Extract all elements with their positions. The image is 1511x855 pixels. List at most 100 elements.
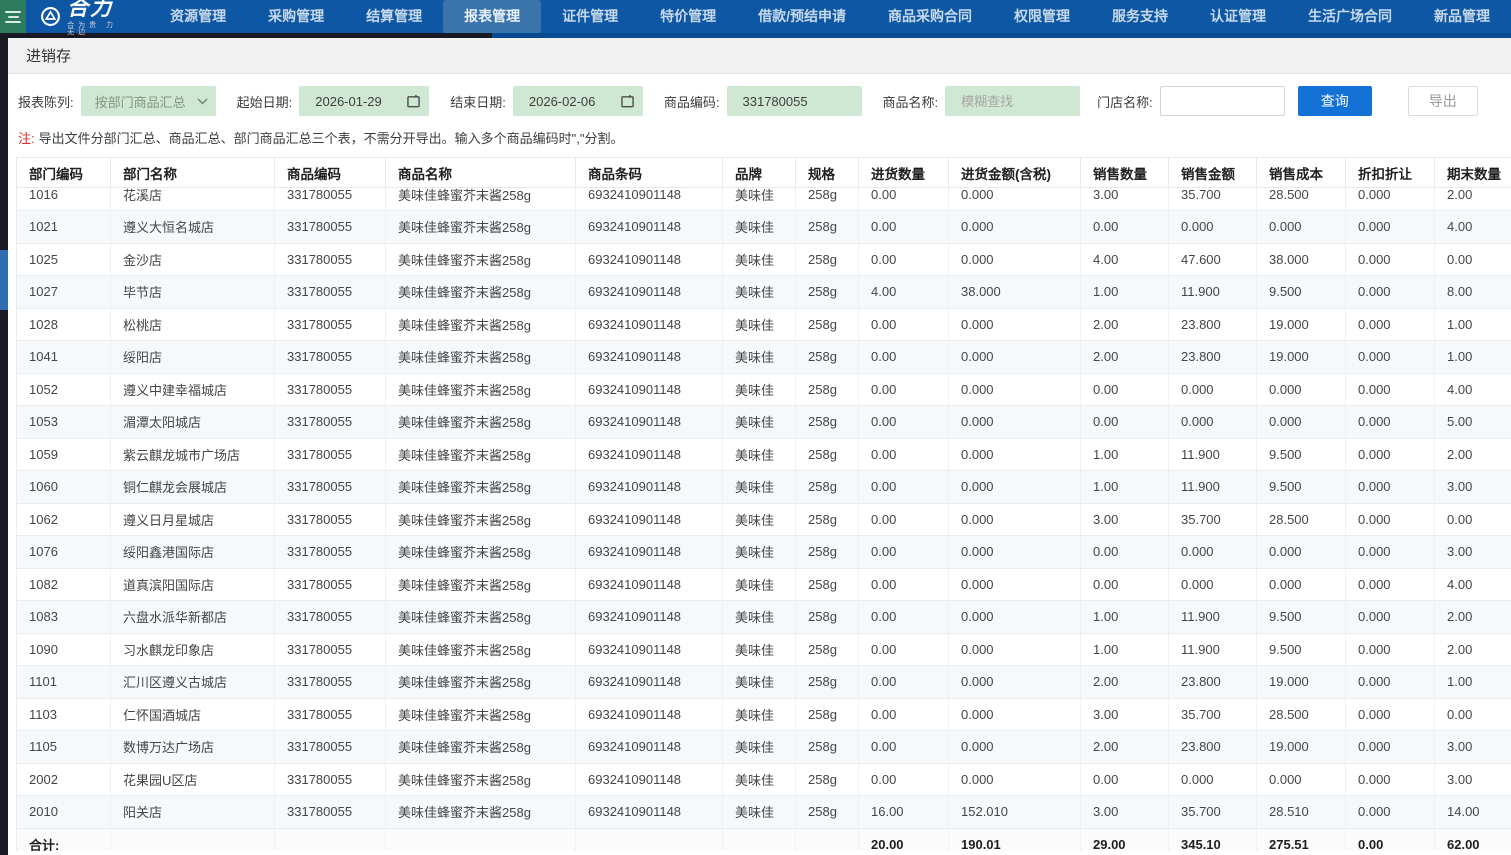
table-cell: 0.000 — [1346, 471, 1435, 504]
table-cell: 258g — [796, 731, 859, 764]
total-cell: 29.00 — [1081, 828, 1169, 851]
table-row[interactable]: 1016花溪店331780055美味佳蜂蜜芥末酱258g693241090114… — [17, 188, 1511, 211]
table-cell: 6932410901148 — [576, 568, 723, 601]
table-cell: 35.700 — [1169, 796, 1257, 829]
table-cell: 3.00 — [1435, 536, 1511, 569]
table-row[interactable]: 1021遵义大恒名城店331780055美味佳蜂蜜芥末酱258g69324109… — [17, 211, 1511, 244]
table-cell: 331780055 — [275, 763, 386, 796]
table-cell: 331780055 — [275, 503, 386, 536]
nav-item[interactable]: 特价管理 — [639, 0, 737, 33]
table-cell: 1025 — [17, 243, 111, 276]
table-row[interactable]: 1027毕节店331780055美味佳蜂蜜芥末酱258g693241090114… — [17, 276, 1511, 309]
table-row[interactable]: 1090习水麒龙印象店331780055美味佳蜂蜜芥末酱258g69324109… — [17, 633, 1511, 666]
nav-item[interactable]: 生活广场合同 — [1287, 0, 1413, 33]
table-cell: 美味佳蜂蜜芥末酱258g — [386, 308, 576, 341]
nav-item[interactable]: 权限管理 — [993, 0, 1091, 33]
table-cell: 美味佳 — [723, 276, 796, 309]
nav-item[interactable]: 商品采购合同 — [867, 0, 993, 33]
table-cell: 23.800 — [1169, 666, 1257, 699]
table-row[interactable]: 2002花果园U区店331780055美味佳蜂蜜芥末酱258g693241090… — [17, 763, 1511, 796]
table-row[interactable]: 1101汇川区遵义古城店331780055美味佳蜂蜜芥末酱258g6932410… — [17, 666, 1511, 699]
total-cell: 62.00 — [1435, 828, 1511, 851]
table-cell: 美味佳蜂蜜芥末酱258g — [386, 633, 576, 666]
menu-toggle-button[interactable] — [0, 0, 26, 33]
table-cell: 3.00 — [1435, 471, 1511, 504]
table-row[interactable]: 1062遵义日月星城店331780055美味佳蜂蜜芥末酱258g69324109… — [17, 503, 1511, 536]
table-row[interactable]: 1041绥阳店331780055美味佳蜂蜜芥末酱258g693241090114… — [17, 341, 1511, 374]
store-name-input[interactable] — [1160, 86, 1285, 116]
nav-item[interactable]: 认证管理 — [1189, 0, 1287, 33]
table-cell: 258g — [796, 211, 859, 244]
table-row[interactable]: 1053湄潭太阳城店331780055美味佳蜂蜜芥末酱258g693241090… — [17, 406, 1511, 439]
logo-text: 合力 — [67, 0, 123, 19]
table-cell: 0.000 — [949, 438, 1081, 471]
table-cell: 1.00 — [1435, 341, 1511, 374]
tab-report[interactable]: 进销存 — [26, 45, 71, 66]
total-cell: 275.51 — [1257, 828, 1346, 851]
table-cell: 花果园U区店 — [111, 763, 275, 796]
column-header: 折扣折让 — [1346, 158, 1435, 188]
table-cell: 松桃店 — [111, 308, 275, 341]
table-cell: 0.000 — [1169, 568, 1257, 601]
table-cell: 阳关店 — [111, 796, 275, 829]
nav-item[interactable]: 借款/预结申请 — [737, 0, 867, 33]
table-cell: 0.000 — [949, 536, 1081, 569]
nav-item[interactable]: 新品管理 — [1413, 0, 1511, 33]
table-row[interactable]: 1105数博万达广场店331780055美味佳蜂蜜芥末酱258g69324109… — [17, 731, 1511, 764]
table-cell: 331780055 — [275, 536, 386, 569]
sidebar-scroll-indicator[interactable] — [0, 250, 8, 310]
table-cell: 3.00 — [1435, 763, 1511, 796]
product-name-input[interactable] — [945, 86, 1080, 116]
table-row[interactable]: 1052遵义中建幸福城店331780055美味佳蜂蜜芥末酱258g6932410… — [17, 373, 1511, 406]
table-row[interactable]: 1059紫云麒龙城市广场店331780055美味佳蜂蜜芥末酱258g693241… — [17, 438, 1511, 471]
nav-item[interactable]: 服务支持 — [1091, 0, 1189, 33]
table-cell: 38.000 — [1257, 243, 1346, 276]
table-cell: 0.000 — [1346, 211, 1435, 244]
product-code-input[interactable] — [727, 86, 862, 116]
calendar-icon[interactable] — [407, 94, 420, 108]
start-date-input[interactable]: 2026-01-29 — [299, 86, 429, 116]
nav-item[interactable]: 证件管理 — [541, 0, 639, 33]
table-row[interactable]: 1025金沙店331780055美味佳蜂蜜芥末酱258g693241090114… — [17, 243, 1511, 276]
table-cell: 0.000 — [1346, 373, 1435, 406]
table-cell: 0.000 — [949, 698, 1081, 731]
table-cell: 美味佳蜂蜜芥末酱258g — [386, 243, 576, 276]
total-cell: 0.00 — [1346, 828, 1435, 851]
table-cell: 1052 — [17, 373, 111, 406]
table-cell: 23.800 — [1169, 731, 1257, 764]
table-cell: 331780055 — [275, 188, 386, 211]
table-row[interactable]: 1060铜仁麒龙会展城店331780055美味佳蜂蜜芥末酱258g6932410… — [17, 471, 1511, 504]
table-row[interactable]: 1028松桃店331780055美味佳蜂蜜芥末酱258g693241090114… — [17, 308, 1511, 341]
table-row[interactable]: 1083六盘水派华新都店331780055美味佳蜂蜜芥末酱258g6932410… — [17, 601, 1511, 634]
nav-item[interactable]: 资源管理 — [149, 0, 247, 33]
table-cell: 1076 — [17, 536, 111, 569]
table-cell: 1083 — [17, 601, 111, 634]
nav-item[interactable]: 结算管理 — [345, 0, 443, 33]
table-cell: 1090 — [17, 633, 111, 666]
table-cell: 美味佳 — [723, 308, 796, 341]
query-button[interactable]: 查询 — [1298, 86, 1372, 116]
nav-item[interactable]: 采购管理 — [247, 0, 345, 33]
table-cell: 美味佳 — [723, 731, 796, 764]
table-row[interactable]: 1103仁怀国酒城店331780055美味佳蜂蜜芥末酱258g693241090… — [17, 698, 1511, 731]
table-cell: 11.900 — [1169, 438, 1257, 471]
end-date-input[interactable]: 2026-02-06 — [513, 86, 643, 116]
table-body-scroll[interactable]: 1016花溪店331780055美味佳蜂蜜芥末酱258g693241090114… — [16, 188, 1511, 851]
report-layout-select[interactable]: 按部门商品汇总 — [81, 86, 216, 116]
table-cell: 0.000 — [949, 243, 1081, 276]
table-cell: 6932410901148 — [576, 471, 723, 504]
table-row[interactable]: 1082道真滨阳国际店331780055美味佳蜂蜜芥末酱258g69324109… — [17, 568, 1511, 601]
table-cell: 0.000 — [1257, 763, 1346, 796]
table-row[interactable]: 1076绥阳鑫港国际店331780055美味佳蜂蜜芥末酱258g69324109… — [17, 536, 1511, 569]
calendar-icon[interactable] — [621, 94, 634, 108]
table-cell: 1082 — [17, 568, 111, 601]
table-cell: 0.000 — [1169, 406, 1257, 439]
table-cell: 331780055 — [275, 666, 386, 699]
export-button[interactable]: 导出 — [1408, 86, 1478, 116]
table-row[interactable]: 2010阳关店331780055美味佳蜂蜜芥末酱258g693241090114… — [17, 796, 1511, 829]
nav-item[interactable]: 报表管理 — [443, 0, 541, 33]
table-cell: 4.00 — [1435, 211, 1511, 244]
table-cell: 美味佳 — [723, 796, 796, 829]
table-cell: 331780055 — [275, 211, 386, 244]
table-cell: 0.000 — [1346, 666, 1435, 699]
